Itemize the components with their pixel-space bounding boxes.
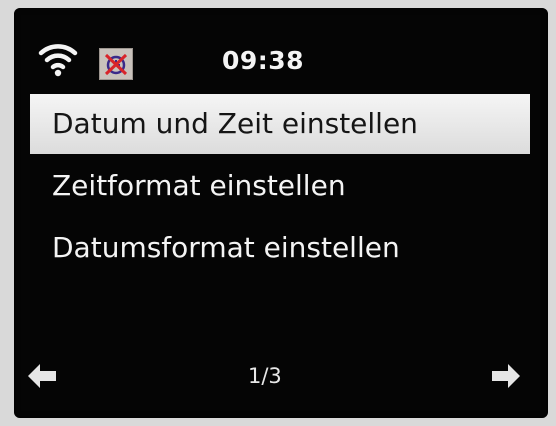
page-indicator: 1/3: [248, 364, 282, 388]
display-screen: 09:38 Datum und Zeit einstellen Zeitform…: [14, 8, 548, 418]
wifi-icon: [38, 40, 78, 80]
alarm-off-icon: [99, 48, 133, 80]
menu-item-date-format[interactable]: Datumsformat einstellen: [30, 218, 530, 278]
menu-item-time-format[interactable]: Zeitformat einstellen: [30, 156, 530, 216]
clock-time: 09:38: [222, 46, 305, 75]
device-bezel: 09:38 Datum und Zeit einstellen Zeitform…: [0, 0, 556, 426]
menu-item-set-date-time[interactable]: Datum und Zeit einstellen: [30, 94, 530, 154]
arrow-left-icon[interactable]: [26, 362, 60, 390]
status-bar: 09:38: [14, 8, 548, 94]
footer-nav: 1/3: [14, 354, 548, 406]
arrow-right-icon[interactable]: [488, 362, 522, 390]
